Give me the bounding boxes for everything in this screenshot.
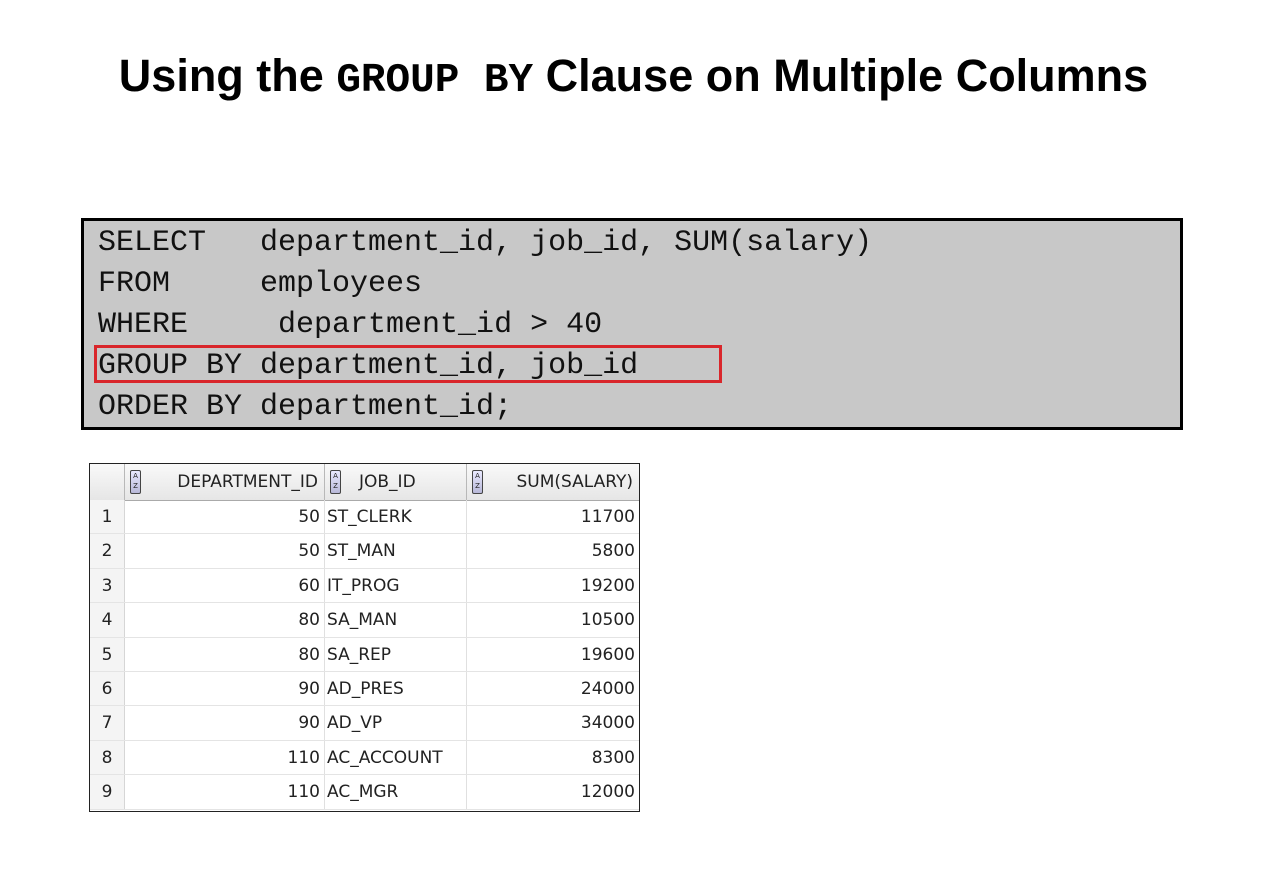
sum-salary-cell[interactable]: 11700	[467, 500, 639, 533]
job-id-cell[interactable]: AC_MGR	[325, 775, 467, 809]
job-id-cell[interactable]: IT_PROG	[325, 568, 467, 603]
title-text-2: Clause on Multiple Columns	[533, 50, 1149, 101]
column-header-department-id[interactable]: AZ DEPARTMENT_ID	[125, 464, 325, 500]
department-id-cell[interactable]: 80	[125, 637, 325, 671]
sum-salary-cell[interactable]: 10500	[467, 603, 639, 636]
row-number-cell[interactable]: 5	[90, 637, 125, 671]
job-id-cell[interactable]: AD_VP	[325, 706, 467, 740]
sort-az-icon[interactable]: AZ	[330, 470, 341, 494]
sum-salary-cell[interactable]: 19200	[467, 569, 639, 602]
row-number-cell[interactable]: 1	[90, 500, 125, 534]
sql-line-select: SELECT department_id, job_id, SUM(salary…	[98, 226, 873, 260]
sql-line-order-by: ORDER BY department_id;	[98, 390, 513, 424]
job-id-cell[interactable]: SA_MAN	[325, 603, 467, 637]
row-number-cell[interactable]: 3	[90, 568, 125, 603]
job-id-cell[interactable]: ST_MAN	[325, 534, 467, 568]
group-by-highlight-box	[94, 345, 722, 383]
result-grid: AZ DEPARTMENT_ID AZ JOB_ID AZ SUM(SALARY…	[89, 463, 640, 812]
column-header-label: SUM(SALARY)	[516, 472, 633, 492]
job-id-cell[interactable]: AC_ACCOUNT	[325, 740, 467, 775]
table-row[interactable]: 5 80 SA_REP 19600	[90, 637, 639, 672]
sum-salary-cell[interactable]: 12000	[467, 775, 639, 808]
sort-az-icon[interactable]: AZ	[472, 470, 483, 494]
sort-az-icon[interactable]: AZ	[130, 470, 141, 494]
column-header-label: JOB_ID	[359, 472, 416, 492]
table-row[interactable]: 9 110 AC_MGR 12000	[90, 775, 639, 810]
job-id-cell[interactable]: ST_CLERK	[325, 500, 467, 534]
column-header-label: DEPARTMENT_ID	[177, 472, 318, 492]
column-header-sum-salary[interactable]: AZ SUM(SALARY)	[467, 464, 639, 500]
sql-line-from: FROM employees	[98, 267, 423, 301]
department-id-cell[interactable]: 90	[125, 672, 325, 706]
department-id-cell[interactable]: 110	[125, 775, 325, 809]
sum-salary-cell[interactable]: 5800	[467, 534, 639, 567]
sum-salary-cell[interactable]: 24000	[467, 672, 639, 705]
department-id-cell[interactable]: 50	[125, 500, 325, 534]
row-number-header	[90, 464, 125, 500]
sum-salary-cell[interactable]: 8300	[467, 741, 639, 774]
sql-line-where: WHERE department_id > 40	[98, 308, 603, 342]
table-row[interactable]: 2 50 ST_MAN 5800	[90, 534, 639, 569]
sum-salary-cell[interactable]: 34000	[467, 706, 639, 739]
table-row[interactable]: 7 90 AD_VP 34000	[90, 706, 639, 741]
department-id-cell[interactable]: 50	[125, 534, 325, 568]
table-row[interactable]: 4 80 SA_MAN 10500	[90, 603, 639, 638]
row-number-cell[interactable]: 6	[90, 672, 125, 706]
title-text-1: Using the	[118, 50, 337, 101]
department-id-cell[interactable]: 80	[125, 603, 325, 637]
table-row[interactable]: 3 60 IT_PROG 19200	[90, 568, 639, 604]
grid-header: AZ DEPARTMENT_ID AZ JOB_ID AZ SUM(SALARY…	[90, 464, 639, 501]
title-keyword: GROUP BY	[336, 58, 534, 104]
table-row[interactable]: 8 110 AC_ACCOUNT 8300	[90, 740, 639, 776]
row-number-cell[interactable]: 8	[90, 740, 125, 775]
sql-code-box: SELECT department_id, job_id, SUM(salary…	[81, 218, 1183, 430]
row-number-cell[interactable]: 9	[90, 775, 125, 809]
column-header-job-id[interactable]: AZ JOB_ID	[325, 464, 467, 500]
row-number-cell[interactable]: 4	[90, 603, 125, 637]
table-row[interactable]: 1 50 ST_CLERK 11700	[90, 500, 639, 535]
department-id-cell[interactable]: 90	[125, 706, 325, 740]
page-title: Using the GROUP BY Clause on Multiple Co…	[0, 48, 1267, 109]
row-number-cell[interactable]: 7	[90, 706, 125, 740]
sum-salary-cell[interactable]: 19600	[467, 638, 639, 671]
department-id-cell[interactable]: 110	[125, 740, 325, 775]
table-row[interactable]: 6 90 AD_PRES 24000	[90, 672, 639, 707]
job-id-cell[interactable]: SA_REP	[325, 637, 467, 671]
department-id-cell[interactable]: 60	[125, 568, 325, 603]
row-number-cell[interactable]: 2	[90, 534, 125, 568]
job-id-cell[interactable]: AD_PRES	[325, 672, 467, 706]
